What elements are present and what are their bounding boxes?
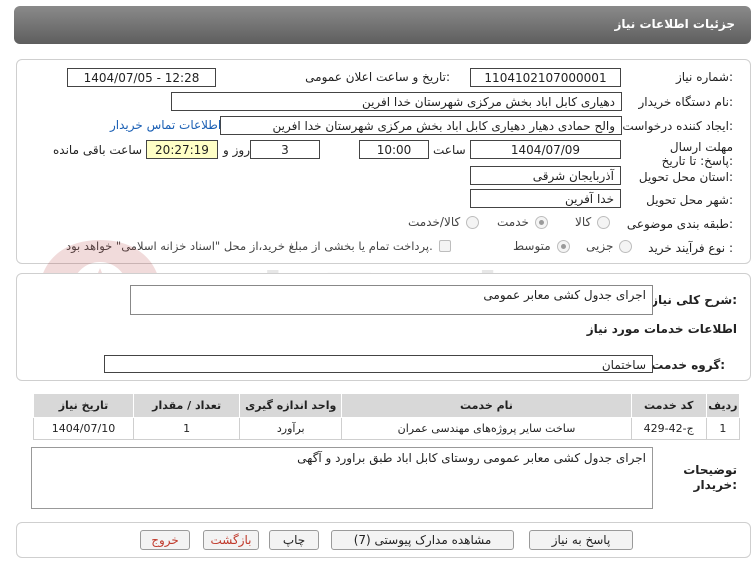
category-service-radio[interactable] xyxy=(534,215,548,229)
services-section-title: اطلاعات خدمات مورد نیاز xyxy=(586,322,737,336)
deadline-label: مهلت ارسال پاسخ: تا تاریخ: xyxy=(661,140,733,168)
payment-treasury-checkbox[interactable] xyxy=(438,240,451,252)
province-label: استان محل تحویل: xyxy=(638,170,733,184)
creator-field: والح حمادی دهیار دهیاری کابل اباد بخش مر… xyxy=(220,116,622,135)
deadline-time-field: 10:00 xyxy=(359,140,429,159)
cell-service-name: ساخت سایر پروژه‌های مهندسی عمران xyxy=(341,417,632,440)
payment-note: پرداخت تمام یا بخشی از مبلغ خرید،از محل … xyxy=(66,239,433,253)
category-label: طبقه بندی موضوعی: xyxy=(626,217,733,231)
days-field: 3 xyxy=(250,140,320,159)
col-row-number: ردیف xyxy=(705,393,741,418)
cell-unit: برآورد xyxy=(239,417,343,440)
col-service-code: کد خدمت xyxy=(630,393,707,418)
deadline-label-text: مهلت ارسال پاسخ: تا تاریخ: xyxy=(661,140,733,168)
buyer-notes-label: توضیحات خریدار: xyxy=(677,463,737,493)
province-field: آذربایجان شرقی xyxy=(470,166,621,185)
service-group-label: گروه خدمت: xyxy=(651,358,725,372)
category-option-both-label: کالا/خدمت xyxy=(408,215,461,229)
page-title: جزئیات اطلاعات نیاز xyxy=(614,17,735,31)
creator-label: ایجاد کننده درخواست: xyxy=(622,119,733,133)
view-attachments-button[interactable]: مشاهده مدارک پیوستی (7) xyxy=(331,530,514,550)
col-quantity: تعداد / مقدار xyxy=(132,393,241,418)
announce-date-field: 1404/07/05 - 12:28 xyxy=(67,68,216,87)
cell-service-code: ج-42-429 xyxy=(630,417,707,440)
category-option-service[interactable]: خدمت xyxy=(497,215,548,229)
summary-field: اجرای جدول کشی معابر عمومی xyxy=(130,285,653,315)
cell-row-number: 1 xyxy=(705,417,741,440)
process-option-medium-label: متوسط xyxy=(513,239,551,253)
need-number-label: شماره نیاز: xyxy=(675,70,733,84)
category-both-radio[interactable] xyxy=(466,215,480,229)
buyer-org-field: دهیاری کابل اباد بخش مرکزی شهرستان خدا ا… xyxy=(171,92,622,111)
cell-quantity: 1 xyxy=(132,417,241,440)
table-row: 1 ج-42-429 ساخت سایر پروژه‌های مهندسی عم… xyxy=(33,417,741,440)
category-goods-radio[interactable] xyxy=(597,215,611,229)
process-option-minor-label: جزیی xyxy=(586,239,614,253)
city-label: شهر محل تحویل: xyxy=(646,193,733,207)
page-header: جزئیات اطلاعات نیاز xyxy=(14,6,751,44)
payment-treasury-option[interactable]: پرداخت تمام یا بخشی از مبلغ خرید،از محل … xyxy=(66,239,451,253)
buyer-contact-link[interactable]: اطلاعات تماس خریدار xyxy=(110,118,221,132)
process-minor-radio[interactable] xyxy=(619,239,633,253)
services-table: ردیف کد خدمت نام خدمت واحد اندازه گیری ت… xyxy=(33,393,741,440)
col-unit: واحد اندازه گیری xyxy=(239,393,343,418)
col-service-name: نام خدمت xyxy=(341,393,632,418)
back-button[interactable]: بازگشت xyxy=(203,530,259,550)
city-field: خدا آفرین xyxy=(470,189,621,208)
process-label: نوع فرآیند خرید : xyxy=(648,241,733,255)
need-details-panel xyxy=(16,59,751,264)
remaining-time-field: 20:27:19 xyxy=(146,140,218,159)
process-medium-radio[interactable] xyxy=(556,239,570,253)
deadline-time-label: ساعت xyxy=(433,143,466,157)
process-option-medium[interactable]: متوسط xyxy=(513,239,570,253)
col-need-date: تاریخ نیاز xyxy=(33,393,134,418)
buyer-notes-label-text: توضیحات خریدار: xyxy=(683,463,737,492)
category-option-service-label: خدمت xyxy=(497,215,529,229)
category-option-goods[interactable]: کالا xyxy=(575,215,611,229)
buyer-notes-field: اجرای جدول کشی معابر عمومی روستای کابل ا… xyxy=(31,447,653,509)
need-number-field: 1104102107000001 xyxy=(470,68,621,87)
cell-need-date: 1404/07/10 xyxy=(33,417,134,440)
print-button[interactable]: چاپ xyxy=(269,530,319,550)
remaining-time-label: ساعت باقی مانده xyxy=(53,143,143,157)
exit-button[interactable]: خروج xyxy=(140,530,190,550)
category-option-goods-label: کالا xyxy=(575,215,592,229)
category-option-both[interactable]: کالا/خدمت xyxy=(408,215,480,229)
deadline-date-field: 1404/07/09 xyxy=(470,140,621,159)
days-label: روز و xyxy=(223,143,250,157)
reply-button[interactable]: پاسخ به نیاز xyxy=(529,530,633,550)
buyer-org-label: نام دستگاه خریدار: xyxy=(638,95,734,109)
table-header-row: ردیف کد خدمت نام خدمت واحد اندازه گیری ت… xyxy=(33,393,741,418)
process-option-minor[interactable]: جزیی xyxy=(586,239,633,253)
announce-date-label: تاریخ و ساعت اعلان عمومی: xyxy=(305,70,450,84)
service-group-field: ساختمان xyxy=(104,355,653,373)
summary-label: شرح کلی نیاز: xyxy=(651,293,737,307)
